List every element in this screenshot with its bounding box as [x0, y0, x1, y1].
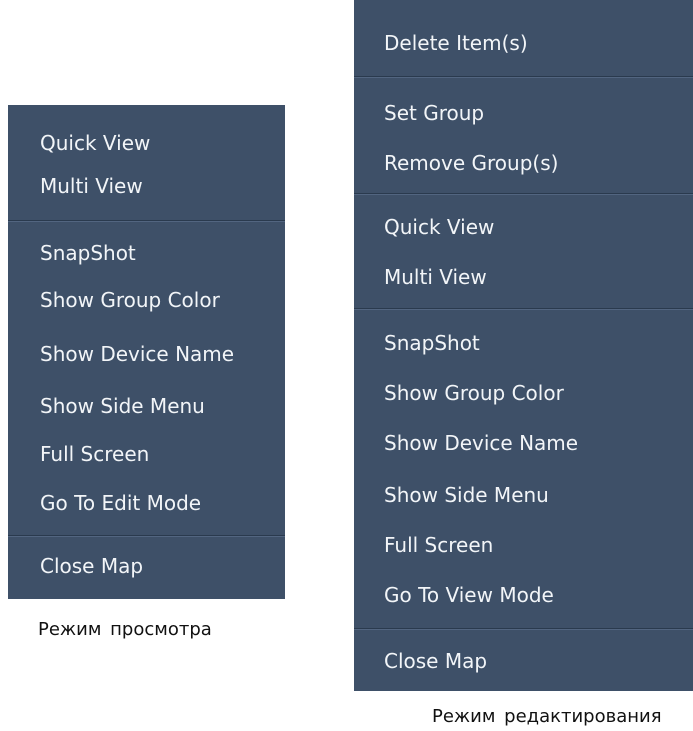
- menu-separator: [354, 76, 693, 77]
- menu-item-show-group-color[interactable]: Show Group Color: [354, 375, 693, 411]
- menu-item-set-group[interactable]: Set Group: [354, 95, 693, 131]
- menu-item-multi-view[interactable]: Multi View: [8, 168, 285, 204]
- menu-separator: [354, 308, 693, 309]
- menu-item-full-screen[interactable]: Full Screen: [8, 436, 285, 472]
- menu-item-close-map[interactable]: Close Map: [354, 643, 693, 679]
- menu-item-show-side-menu[interactable]: Show Side Menu: [354, 477, 693, 513]
- menu-item-go-to-edit-mode[interactable]: Go To Edit Mode: [8, 485, 285, 521]
- menu-item-show-device-name[interactable]: Show Device Name: [8, 336, 285, 372]
- menu-item-close-map[interactable]: Close Map: [8, 548, 285, 584]
- menu-item-show-side-menu[interactable]: Show Side Menu: [8, 388, 285, 424]
- menu-item-show-device-name[interactable]: Show Device Name: [354, 425, 693, 461]
- edit-mode-context-menu: Delete Item(s) Set Group Remove Group(s)…: [354, 0, 693, 691]
- menu-item-multi-view[interactable]: Multi View: [354, 259, 693, 295]
- menu-item-quick-view[interactable]: Quick View: [354, 209, 693, 245]
- menu-item-remove-groups[interactable]: Remove Group(s): [354, 145, 693, 181]
- menu-item-quick-view[interactable]: Quick View: [8, 125, 285, 161]
- menu-item-go-to-view-mode[interactable]: Go To View Mode: [354, 577, 693, 613]
- menu-separator: [8, 535, 285, 536]
- menu-separator: [8, 220, 285, 221]
- edit-mode-caption: Режим редактирования: [432, 706, 662, 727]
- menu-item-show-group-color[interactable]: Show Group Color: [8, 282, 285, 318]
- view-mode-caption: Режим просмотра: [38, 619, 212, 640]
- menu-separator: [354, 193, 693, 194]
- menu-item-snapshot[interactable]: SnapShot: [8, 235, 285, 271]
- menu-separator: [354, 628, 693, 629]
- view-mode-context-menu: Quick View Multi View SnapShot Show Grou…: [8, 105, 285, 599]
- menu-item-delete-items[interactable]: Delete Item(s): [354, 25, 693, 61]
- menu-item-snapshot[interactable]: SnapShot: [354, 325, 693, 361]
- menu-item-full-screen[interactable]: Full Screen: [354, 527, 693, 563]
